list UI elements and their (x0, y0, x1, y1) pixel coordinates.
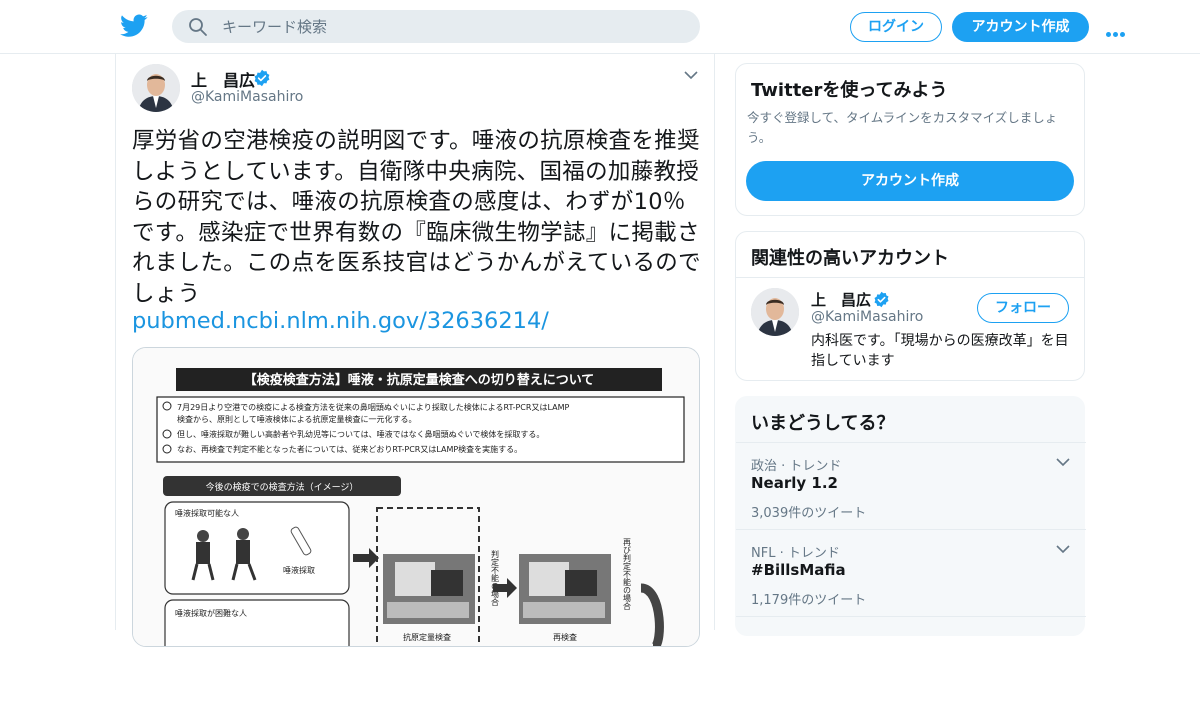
related-account-handle[interactable]: @KamiMasahiro (811, 309, 923, 325)
trends-title: いまどうしてる？ (751, 413, 895, 434)
trend-count: 1,179件のツイート (751, 593, 867, 608)
more-options-icon[interactable] (1106, 22, 1130, 37)
doc-side-label-2: 再び判定不能の場合 (623, 538, 632, 611)
doc-bullet-3: なお、再検査で判定不能となった者については、従来どおりRT-PCR又はLAMP検… (177, 444, 522, 454)
trend-name[interactable]: #BillsMafia (751, 561, 846, 579)
related-account-name[interactable]: 上 昌広 (811, 289, 871, 310)
chevron-down-icon[interactable] (1056, 545, 1070, 554)
trend-item[interactable]: 政治 · トレンド Nearly 1.2 3,039件のツイート (736, 442, 1086, 529)
verified-badge-icon (254, 69, 270, 87)
doc-bottom-label-2: 再検査 (553, 632, 577, 642)
doc-bottom-label-1: 抗原定量検査 (403, 632, 451, 642)
related-accounts-card: 関連性の高いアカウント 上 昌広 @KamiMasahiro フォロー 内科医で… (735, 231, 1085, 381)
related-account-bio: 内科医です。「現場からの医療改革」を目指しています (811, 333, 1069, 369)
search-icon (189, 18, 207, 36)
trend-category: NFL · トレンド (751, 546, 840, 561)
twitter-bird-icon[interactable] (120, 14, 148, 38)
doc-box1-caption: 唾液採取 (283, 565, 315, 575)
author-name[interactable]: 上 昌広 (191, 67, 255, 91)
trends-card: いまどうしてる？ 政治 · トレンド Nearly 1.2 3,039件のツイー… (735, 396, 1086, 636)
signup-button[interactable]: アカウント作成 (952, 12, 1089, 42)
tweet-column: 上 昌広 @KamiMasahiro 厚労省の空港検疫の説明図です。唾液の抗原検… (115, 54, 715, 647)
follow-button[interactable]: フォロー (977, 293, 1069, 323)
trend-item[interactable]: NFL · トレンド #BillsMafia 1,179件のツイート (736, 529, 1086, 616)
doc-bullet-2: 但し、唾液採取が難しい高齢者や乳幼児等については、唾液ではなく鼻咽頭ぬぐいで検体… (177, 429, 544, 439)
tweet-link[interactable]: pubmed.ncbi.nlm.nih.gov/32636214/ (132, 308, 549, 334)
signup-promo-card: Twitterを使ってみよう 今すぐ登録して、タイムラインをカスタマイズしましょ… (735, 63, 1085, 216)
related-accounts-title: 関連性の高いアカウント (751, 248, 949, 269)
doc-box2-title: 唾液採取が困難な人 (175, 608, 247, 618)
trend-name[interactable]: Nearly 1.2 (751, 474, 838, 492)
trend-category: 政治 · トレンド (751, 459, 842, 474)
trend-item[interactable] (736, 616, 1086, 703)
doc-bullet-1a: 7月29日より空港での検疫による検査方法を従来の鼻咽頭ぬぐいにより採取した検体に… (177, 402, 569, 412)
tweet-media-image[interactable]: 【検疫検査方法】唾液・抗原定量検査への切り替えについて 7月29日より空港での検… (132, 347, 700, 647)
author-handle[interactable]: @KamiMasahiro (191, 89, 303, 105)
top-bar: ログイン アカウント作成 (0, 0, 1200, 54)
divider (736, 277, 1084, 278)
signup-promo-description: 今すぐ登録して、タイムラインをカスタマイズしましょう。 (747, 110, 1058, 145)
login-button[interactable]: ログイン (850, 12, 942, 42)
author-avatar[interactable] (132, 64, 180, 112)
search-box[interactable] (172, 10, 700, 43)
chevron-down-icon[interactable] (1056, 458, 1070, 467)
search-input[interactable] (222, 10, 682, 43)
signup-promo-button[interactable]: アカウント作成 (746, 161, 1074, 201)
related-account-avatar[interactable] (751, 288, 799, 336)
trend-count: 3,039件のツイート (751, 506, 867, 521)
verified-badge-icon (874, 291, 889, 308)
doc-title: 【検疫検査方法】唾液・抗原定量検査への切り替えについて (244, 372, 595, 388)
doc-box1-title: 唾液採取可能な人 (175, 508, 239, 518)
chevron-down-icon[interactable] (684, 70, 698, 80)
doc-section-label: 今後の検疫での検査方法（イメージ） (206, 481, 359, 493)
doc-bullet-1b: 検査から、原則として唾液検体による抗原定量検査に一元化する。 (177, 414, 417, 424)
doc-side-label-1: 判定不能の場合 (491, 549, 500, 607)
signup-promo-title: Twitterを使ってみよう (751, 80, 948, 101)
tweet-text: 厚労省の空港検疫の説明図です。唾液の抗原検査を推奨しようとしています。自衛隊中央… (132, 128, 701, 307)
